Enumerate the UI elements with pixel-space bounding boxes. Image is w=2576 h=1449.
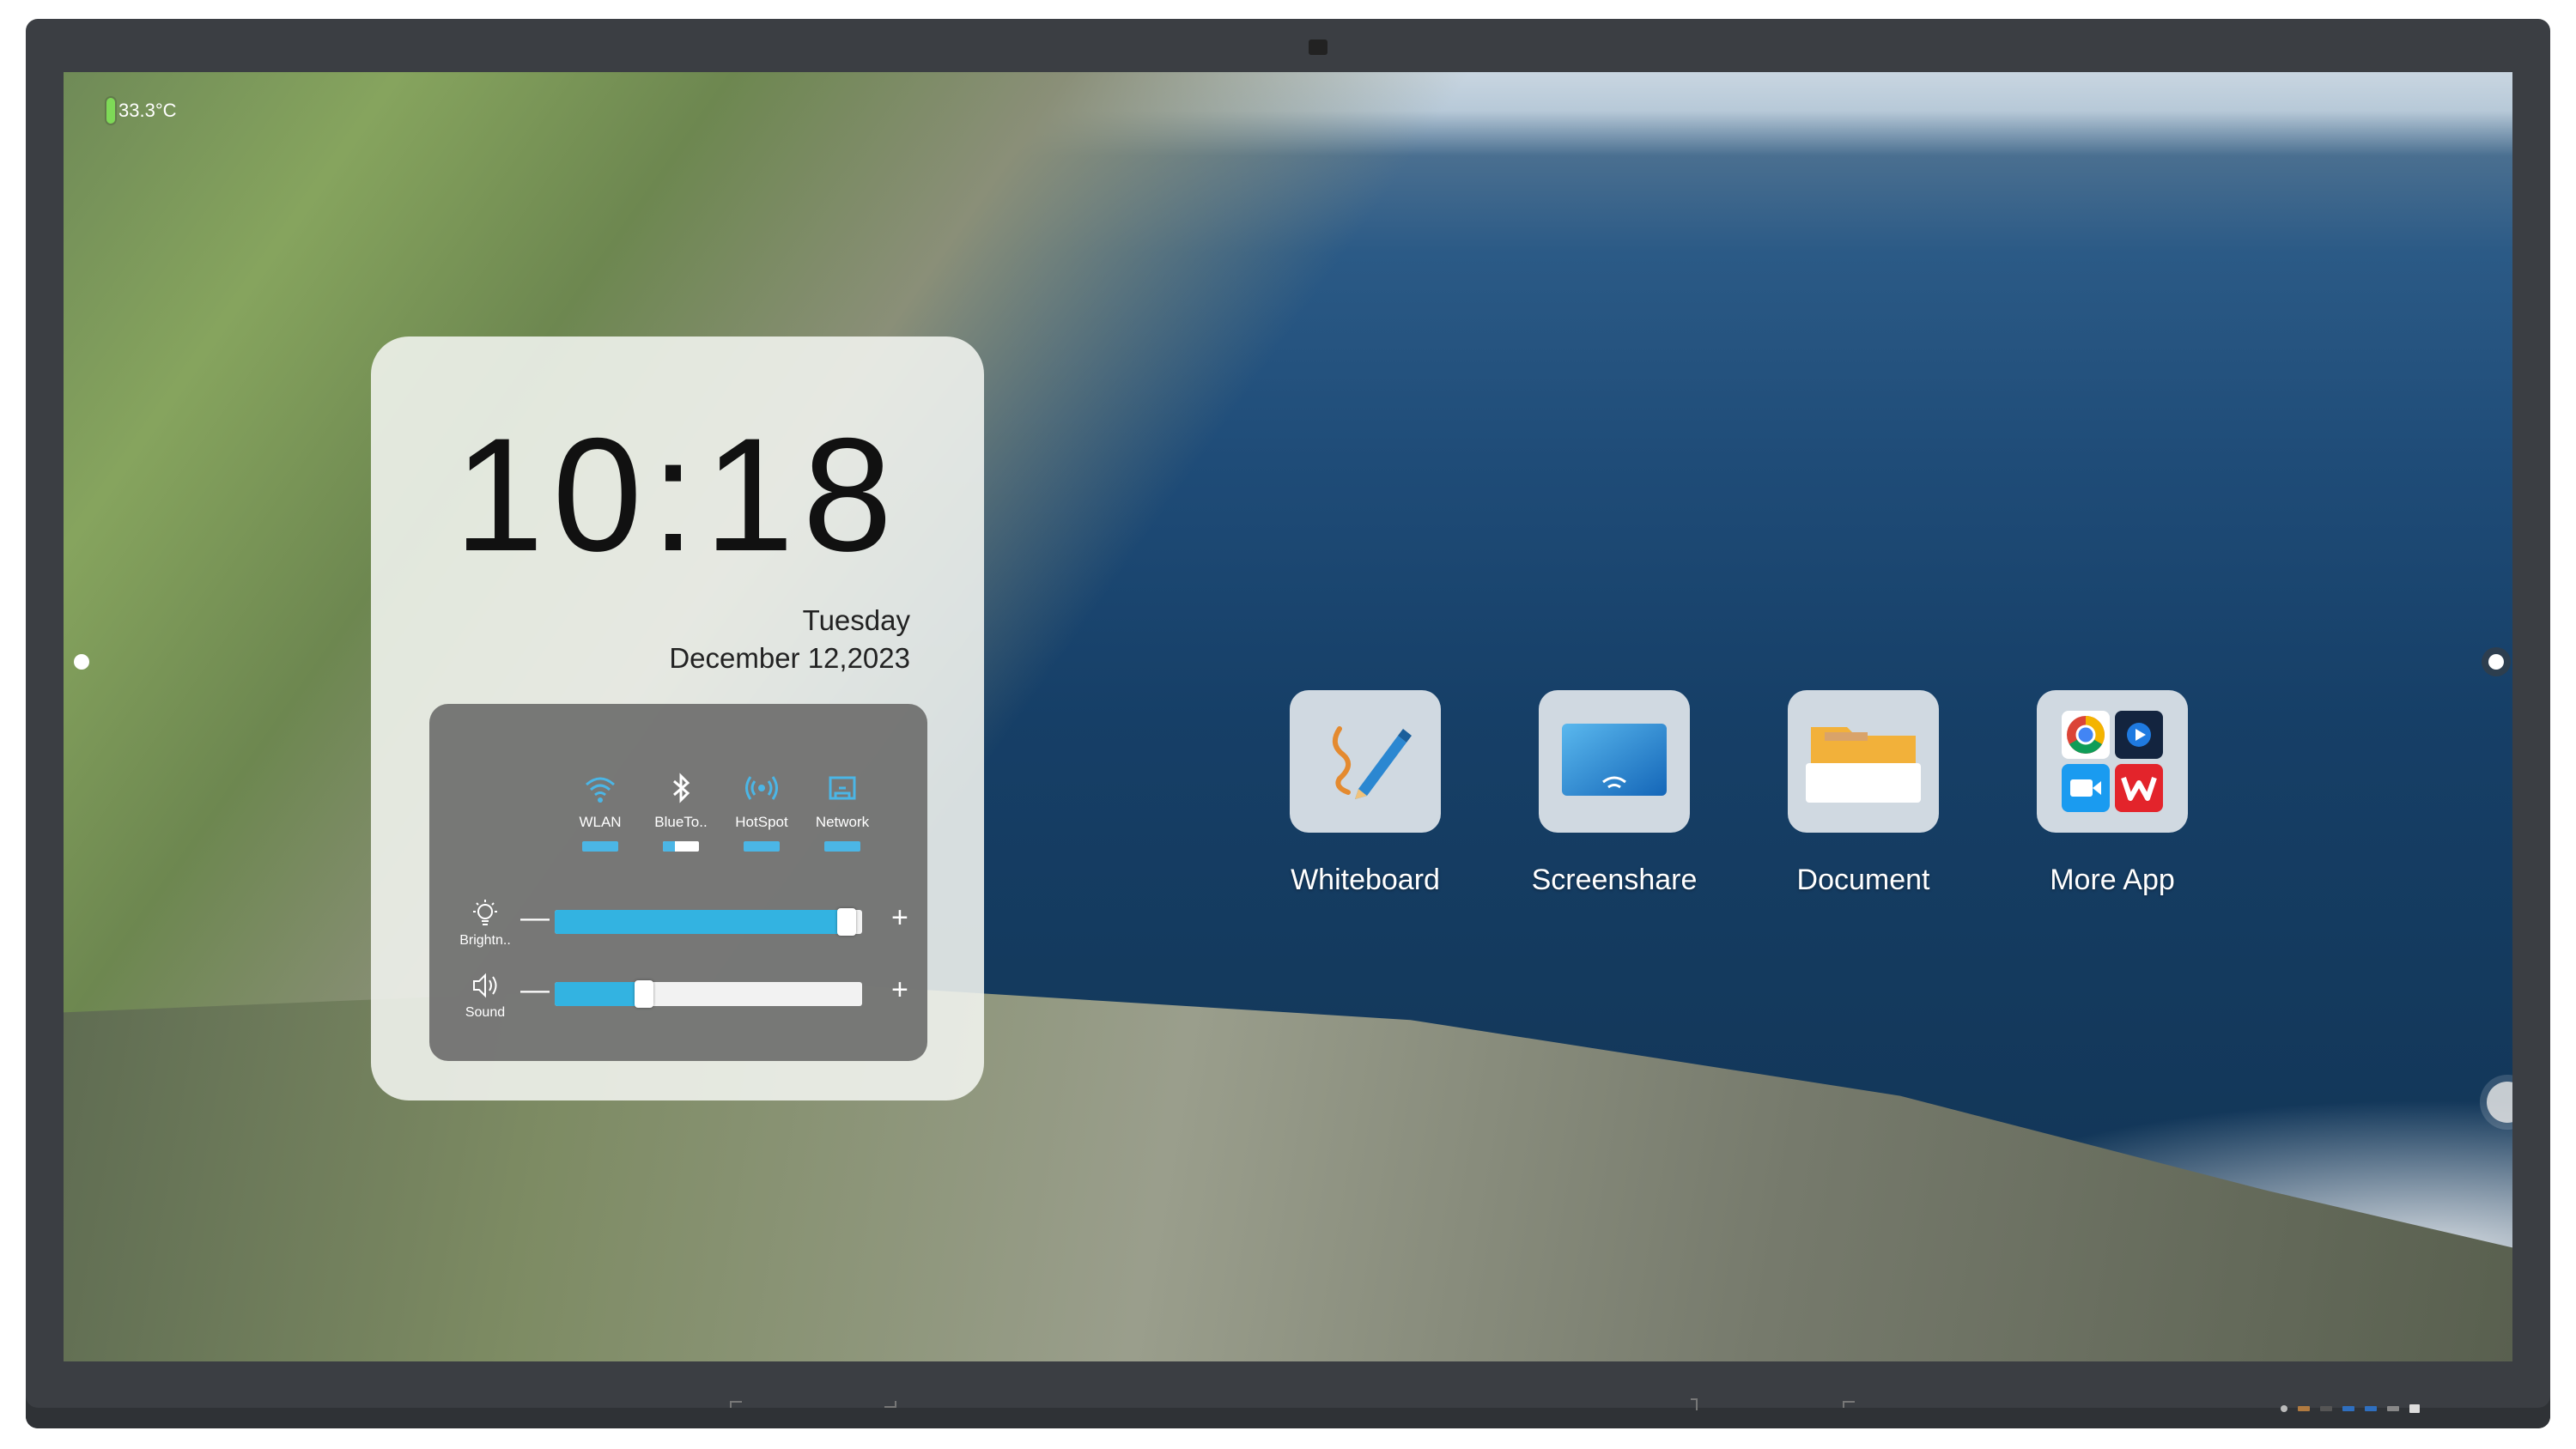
whiteboard-pen-icon (1332, 726, 1412, 799)
temperature-value: 33.3°C (118, 100, 177, 121)
ir-sensor-icon (2281, 1405, 2287, 1412)
sound-increase-button[interactable]: + (891, 975, 908, 1004)
wifi-icon (586, 777, 615, 803)
touch-port-icon (2409, 1404, 2420, 1413)
hotspot-icon (745, 776, 778, 800)
clock-day: Tuesday (802, 604, 910, 636)
toggle-label: Network (815, 814, 870, 830)
clock-date: December 12,2023 (669, 642, 910, 674)
clock-time: 10:18 (453, 404, 902, 585)
right-edge-handle[interactable] (2488, 654, 2504, 670)
floating-assistive-ball[interactable] (2487, 1082, 2512, 1123)
app-label: Whiteboard (1291, 864, 1440, 896)
bezel-mark (1691, 1398, 1698, 1410)
document-folder-icon (1806, 727, 1921, 803)
home-screen: 33.3°C 10:18 Tuesday December 12,2023 WL… (64, 72, 2512, 1361)
usb-port-icon (2320, 1406, 2332, 1411)
brightness-thumb[interactable] (837, 908, 856, 936)
thermometer-icon (106, 98, 115, 124)
bezel-mark (884, 1401, 896, 1408)
toggle-network[interactable]: Network (809, 769, 876, 852)
toggle-state-bar (744, 841, 780, 852)
sound-control: Sound (455, 970, 515, 1021)
toggle-label: HotSpot (735, 814, 788, 830)
brightness-bulb-icon (473, 900, 497, 925)
brightness-label: Brightn.. (459, 933, 511, 948)
app-label: More App (2050, 864, 2175, 896)
toggle-label: BlueTo.. (654, 814, 708, 830)
toggle-wlan[interactable]: WLAN (567, 769, 634, 852)
brightness-slider[interactable] (555, 908, 862, 936)
app-screenshare[interactable]: Screenshare (1511, 690, 1717, 897)
brightness-slider-row: Brightn.. — + (455, 898, 919, 949)
usb-port-icon (2298, 1406, 2310, 1411)
front-ports (2281, 1404, 2420, 1413)
app-icon-tile (1539, 690, 1690, 833)
sound-label: Sound (465, 1005, 506, 1020)
brightness-increase-button[interactable]: + (891, 903, 908, 932)
bluetooth-icon (673, 773, 690, 803)
bezel-mark (1843, 1401, 1855, 1408)
app-icon-tile (2037, 690, 2188, 833)
left-edge-handle[interactable] (74, 654, 89, 670)
brightness-control: Brightn.. (455, 898, 515, 949)
clock-widget: 10:18 Tuesday December 12,2023 WLAN Blue… (371, 336, 984, 1100)
network-icon (829, 776, 856, 800)
app-more-apps[interactable]: More App (2009, 690, 2215, 897)
sound-thumb[interactable] (635, 980, 653, 1008)
toggle-state-bar (663, 841, 699, 852)
app-icon-tile (1788, 690, 1939, 833)
brightness-fill (555, 910, 847, 934)
app-document[interactable]: Document (1760, 690, 1966, 897)
app-icon-tile (1290, 690, 1441, 833)
quick-settings-panel: WLAN BlueTo.. HotSpot Network Brightn.. … (429, 704, 927, 1061)
app-label: Screenshare (1531, 864, 1698, 896)
bezel-mark (730, 1401, 742, 1408)
app-whiteboard[interactable]: Whiteboard (1262, 690, 1468, 897)
screenshare-icon (1562, 724, 1667, 796)
usb-port-icon (2342, 1406, 2354, 1411)
sound-decrease-button[interactable]: — (520, 975, 550, 1004)
sound-slider-row: Sound — + (455, 970, 919, 1022)
speaker-icon (473, 973, 497, 998)
temperature-indicator: 33.3°C (106, 98, 177, 124)
more-apps-grid-icon (2062, 711, 2163, 812)
camera-icon (1309, 39, 1327, 55)
sound-fill (555, 982, 644, 1006)
sound-slider[interactable] (555, 980, 862, 1008)
toggle-state-bar (824, 841, 860, 852)
app-label: Document (1796, 864, 1930, 896)
toggle-hotspot[interactable]: HotSpot (728, 769, 795, 852)
brightness-decrease-button[interactable]: — (520, 903, 550, 932)
hdmi-port-icon (2387, 1406, 2399, 1411)
usb-port-icon (2365, 1406, 2377, 1411)
toggle-state-bar (582, 841, 618, 852)
toggle-label: WLAN (579, 814, 622, 830)
toggle-bluetooth[interactable]: BlueTo.. (647, 769, 714, 852)
